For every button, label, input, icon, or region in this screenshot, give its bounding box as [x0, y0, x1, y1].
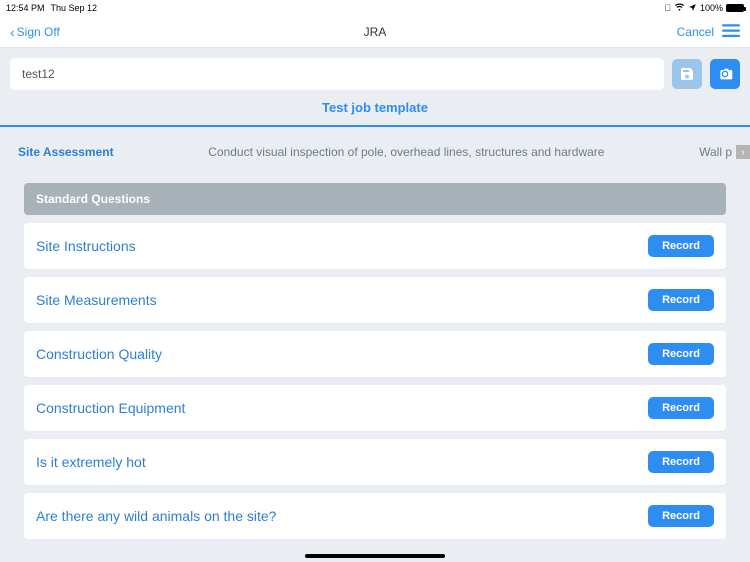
tab-wall[interactable]: Wall p — [699, 145, 732, 159]
nav-bar: ‹ Sign Off JRA Cancel — [0, 16, 750, 48]
save-button[interactable] — [672, 59, 702, 89]
question-card[interactable]: Site Instructions Record — [24, 223, 726, 269]
question-title: Site Measurements — [36, 292, 157, 308]
question-title: Construction Quality — [36, 346, 162, 362]
wifi-icon — [674, 3, 685, 14]
scroll-right-icon[interactable]: › — [736, 145, 750, 159]
record-button[interactable]: Record — [648, 289, 714, 311]
question-card[interactable]: Are there any wild animals on the site? … — [24, 493, 726, 539]
cancel-button[interactable]: Cancel — [677, 25, 714, 39]
save-icon — [679, 66, 695, 82]
record-button[interactable]: Record — [648, 397, 714, 419]
section-header: Standard Questions — [24, 183, 726, 215]
cellular-icon: 􀙇 — [664, 3, 671, 13]
question-title: Construction Equipment — [36, 400, 185, 416]
title-row — [0, 48, 750, 100]
question-card[interactable]: Is it extremely hot Record — [24, 439, 726, 485]
record-button[interactable]: Record — [648, 505, 714, 527]
back-label: Sign Off — [17, 25, 60, 39]
battery-icon — [726, 4, 744, 12]
record-button[interactable]: Record — [648, 451, 714, 473]
back-button[interactable]: ‹ Sign Off — [10, 24, 60, 40]
chevron-left-icon: ‹ — [10, 24, 15, 40]
tab-site-assessment[interactable]: Site Assessment — [18, 145, 114, 159]
status-time: 12:54 PM — [6, 3, 45, 13]
page-title: JRA — [364, 25, 387, 39]
question-list: Site Instructions Record Site Measuremen… — [0, 223, 750, 539]
job-title-input[interactable] — [10, 58, 664, 90]
question-card[interactable]: Construction Quality Record — [24, 331, 726, 377]
location-icon — [688, 3, 697, 14]
tab-bar: Site Assessment Conduct visual inspectio… — [0, 127, 750, 173]
camera-icon — [717, 66, 733, 82]
question-title: Are there any wild animals on the site? — [36, 508, 276, 524]
ios-status-bar: 12:54 PM Thu Sep 12 􀙇 100% — [0, 0, 750, 16]
tab-visual-inspection[interactable]: Conduct visual inspection of pole, overh… — [134, 145, 679, 159]
question-card[interactable]: Construction Equipment Record — [24, 385, 726, 431]
question-title: Is it extremely hot — [36, 454, 146, 470]
battery-percent: 100% — [700, 3, 723, 13]
record-button[interactable]: Record — [648, 343, 714, 365]
home-indicator — [305, 554, 445, 558]
record-button[interactable]: Record — [648, 235, 714, 257]
status-date: Thu Sep 12 — [51, 3, 98, 13]
menu-icon[interactable] — [722, 23, 740, 41]
camera-button[interactable] — [710, 59, 740, 89]
template-name: Test job template — [0, 100, 750, 125]
question-title: Site Instructions — [36, 238, 136, 254]
question-card[interactable]: Site Measurements Record — [24, 277, 726, 323]
